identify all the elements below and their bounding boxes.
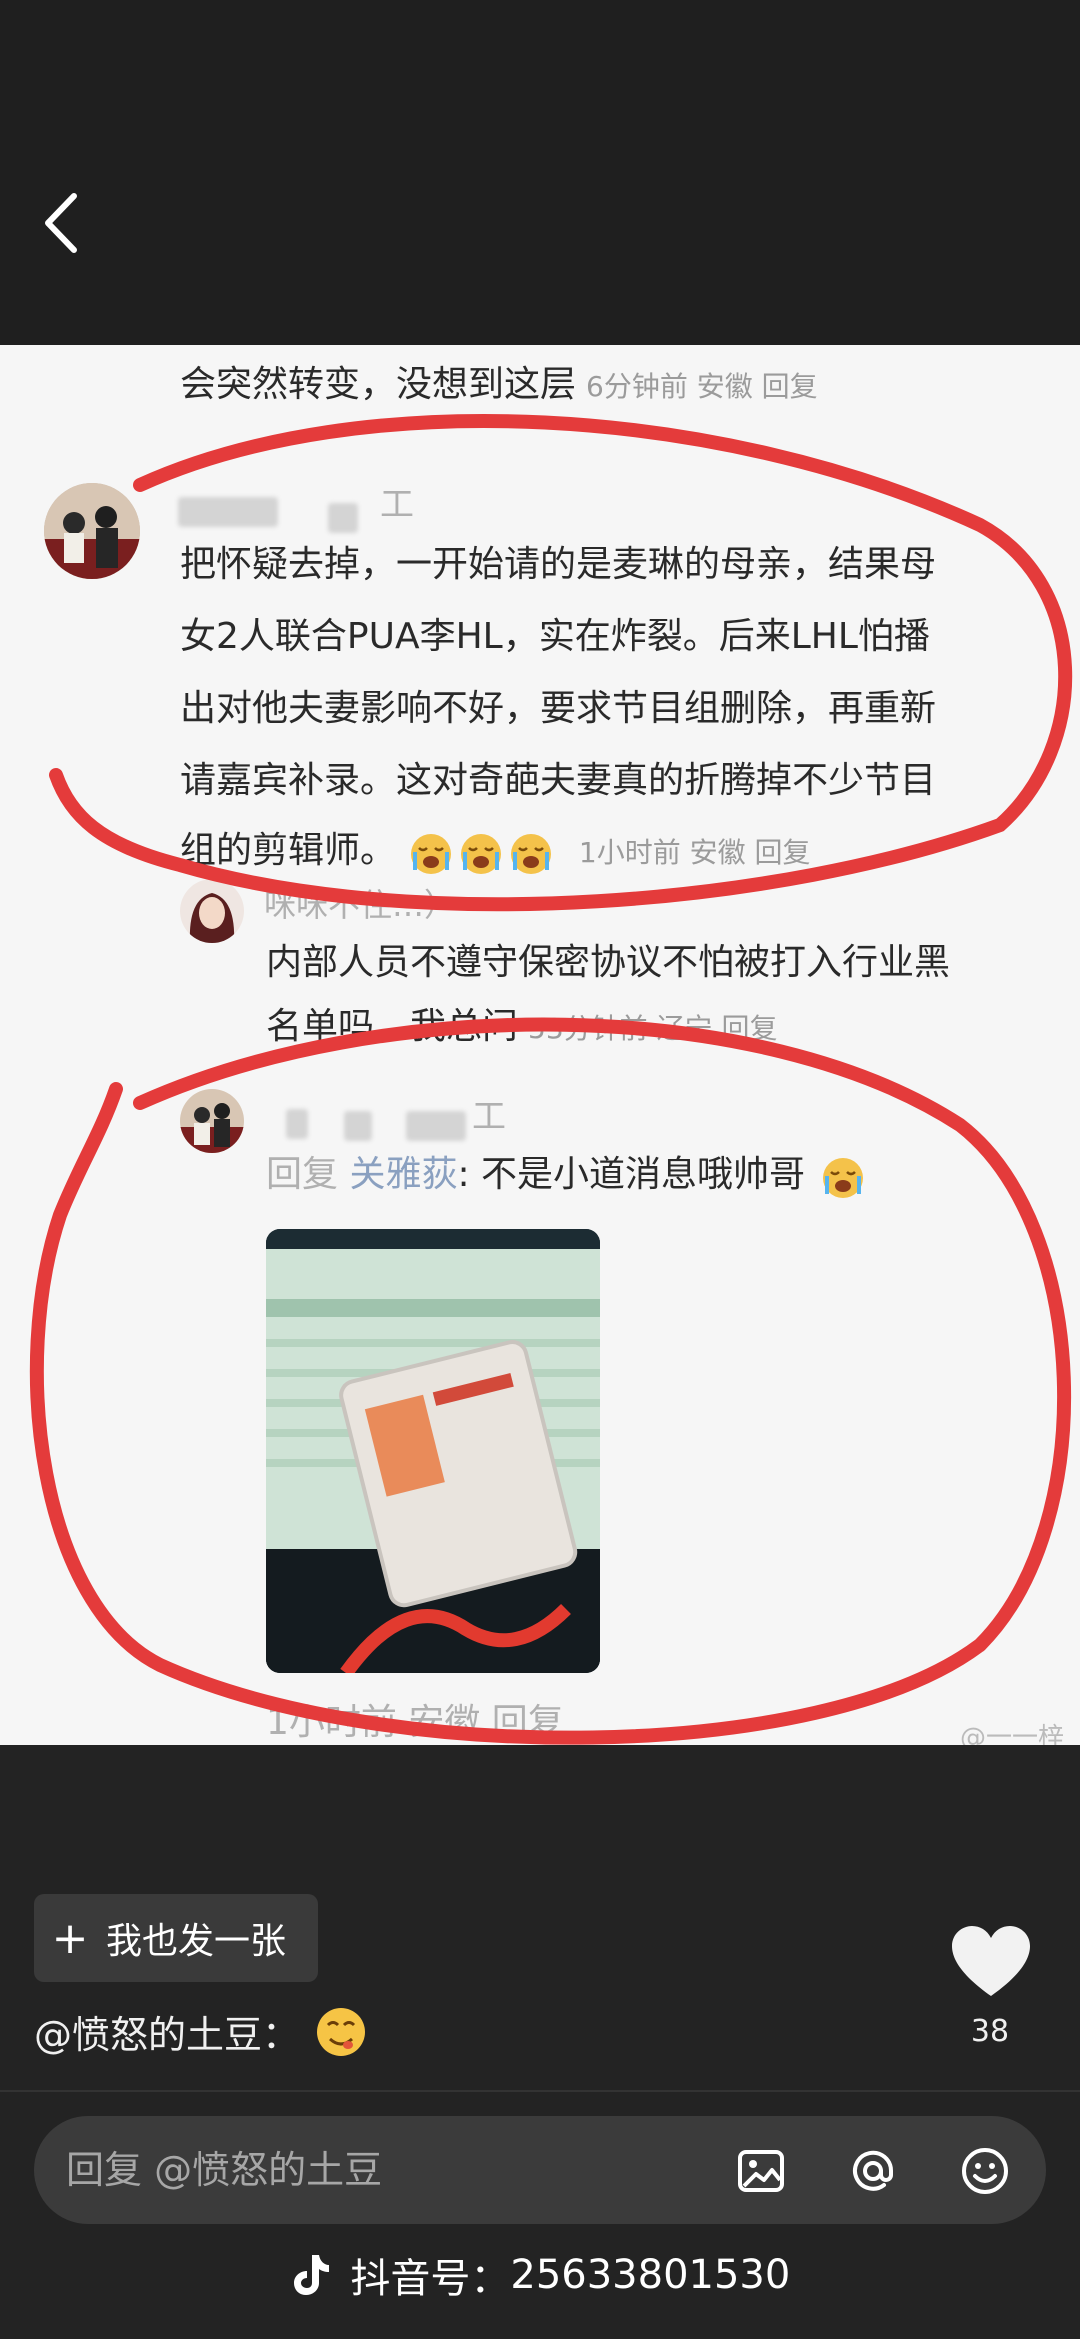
at-mention-icon[interactable] (848, 2146, 898, 2196)
douyin-id-label: 抖音号： (350, 2256, 511, 2302)
post-also-button[interactable]: + 我也发一张 (34, 1894, 318, 1982)
red-circle-annotation (29, 413, 1073, 1745)
heart-icon[interactable] (950, 1924, 1032, 2000)
divider (0, 2090, 1080, 2092)
reply-input[interactable] (66, 2142, 666, 2198)
douyin-id-value: 25633801530 (510, 2252, 791, 2298)
reply-bar (34, 2116, 1046, 2224)
douyin-logo-icon (293, 2255, 329, 2295)
chevron-left-icon[interactable] (38, 190, 88, 256)
top-bar (0, 0, 1080, 345)
post-caption: @愤怒的土豆： (34, 2004, 368, 2059)
post-also-label: 我也发一张 (106, 1921, 287, 1962)
caption-text: @愤怒的土豆： (34, 2013, 301, 2057)
drooling-face-icon (317, 2007, 366, 2056)
emoji-icon[interactable] (960, 2146, 1010, 2196)
douyin-id: 抖音号：25633801530 (0, 2246, 1080, 2304)
image-icon[interactable] (736, 2146, 786, 2196)
like-count: 38 (970, 2014, 1010, 2049)
post-image[interactable]: 会突然转变，没想到这层 6分钟前 安徽 回复 工 把怀疑去掉，一开始请的是麦琳的母… (0, 345, 1080, 1745)
plus-icon: + (51, 1912, 89, 1964)
